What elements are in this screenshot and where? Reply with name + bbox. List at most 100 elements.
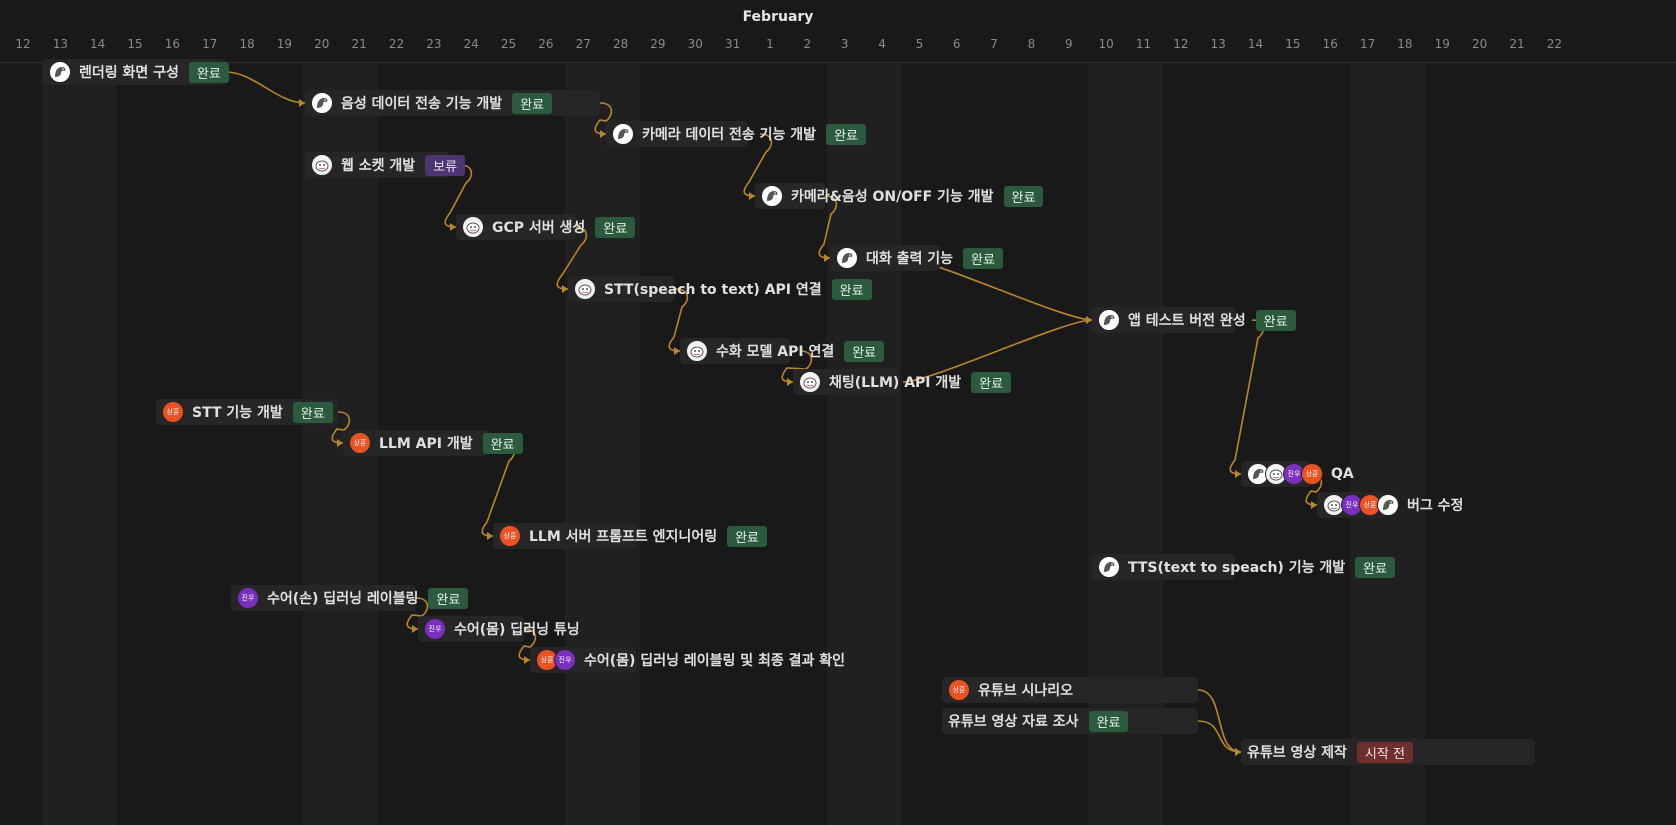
- day-label: 7: [990, 37, 998, 51]
- day-label: 24: [463, 37, 479, 51]
- day-label: 3: [840, 37, 849, 51]
- day-label: 20: [314, 37, 330, 51]
- weekend-shade: [827, 62, 902, 825]
- assignee-avatars: [799, 371, 821, 393]
- task-item[interactable]: 상훈 STT 기능 개발 완료: [156, 399, 338, 425]
- ghost-avatar-icon: [799, 371, 821, 393]
- status-badge: 완료: [1088, 710, 1129, 732]
- assignee-avatars: [686, 340, 708, 362]
- month-label: February: [742, 9, 814, 25]
- assignee-avatars: [1098, 556, 1120, 578]
- avatar: 진우: [424, 618, 446, 640]
- status-badge: 완료: [844, 340, 885, 362]
- day-label: 14: [1247, 37, 1264, 51]
- status-badge: 완료: [428, 587, 469, 609]
- task-item[interactable]: 진우 상훈 버그 수정: [1317, 492, 1463, 518]
- day-label: 13: [1210, 37, 1226, 51]
- day-label: 11: [1135, 37, 1152, 51]
- status-badge: 완료: [826, 123, 866, 145]
- task-name: GCP 서버 생성: [492, 220, 586, 236]
- task-item[interactable]: 유튜브 영상 제작 시작 전: [1241, 739, 1535, 765]
- status-badge: 완료: [482, 432, 523, 454]
- day-label: 30: [687, 37, 703, 51]
- task-name: 유튜브 영상 제작: [1247, 745, 1347, 761]
- task-name: 대화 출력 기능: [866, 251, 954, 267]
- weekend-shade: [42, 62, 117, 825]
- bird-avatar-icon: [836, 247, 858, 269]
- assignee-avatars: [836, 247, 858, 269]
- task-item[interactable]: 상훈 진우 수어(몸) 딥러닝 레이블링 및 최종 결과 확인: [530, 647, 845, 673]
- ghost-avatar-icon: [686, 340, 708, 362]
- avatar: 진우: [237, 587, 259, 609]
- status-badge: 완료: [1003, 185, 1044, 207]
- day-label: 31: [725, 37, 741, 51]
- task-item[interactable]: 수화 모델 API 연결 완료: [680, 338, 885, 364]
- assignee-avatars: [574, 278, 596, 300]
- task-item[interactable]: 웹 소켓 개발 보류: [305, 152, 466, 178]
- task-name: 버그 수정: [1407, 498, 1464, 514]
- task-name: 음성 데이터 전송 기능 개발: [341, 96, 503, 112]
- task-item[interactable]: 대화 출력 기능 완료: [830, 245, 1003, 271]
- assignee-avatars: [49, 61, 71, 83]
- dependency-link: [1229, 319, 1265, 475]
- day-label: 19: [276, 37, 293, 51]
- day-label: 12: [1173, 37, 1189, 51]
- task-item[interactable]: GCP 서버 생성 완료: [456, 214, 636, 240]
- assignee-avatars: 상훈: [349, 432, 371, 454]
- task-item[interactable]: STT(speach to text) API 연결 완료: [568, 276, 872, 302]
- status-badge: 완료: [1255, 309, 1296, 331]
- assignee-avatars: 진우: [237, 587, 259, 609]
- task-item[interactable]: 채팅(LLM) API 개발 완료: [793, 369, 1012, 395]
- task-name: 채팅(LLM) API 개발: [829, 375, 962, 391]
- status-badge: 완료: [971, 371, 1012, 393]
- assignee-avatars: [311, 154, 333, 176]
- task-item[interactable]: 상훈 유튜브 시나리오: [942, 677, 1198, 703]
- assignee-avatars: 진우 상훈: [1247, 463, 1323, 485]
- task-item[interactable]: 렌더링 화면 구성 완료: [43, 59, 229, 85]
- task-name: STT 기능 개발: [192, 405, 283, 421]
- task-item[interactable]: 카메라&음성 ON/OFF 기능 개발 완료: [755, 183, 1044, 209]
- task-item[interactable]: 상훈 LLM 서버 프롬프트 엔지니어링 완료: [493, 523, 767, 549]
- day-label: 22: [388, 37, 405, 51]
- day-label: 6: [952, 37, 961, 51]
- bird-avatar-icon: [49, 61, 71, 83]
- task-item[interactable]: 유튜브 영상 자료 조사 완료: [942, 708, 1198, 734]
- status-badge: 완료: [727, 525, 767, 547]
- task-item[interactable]: 앱 테스트 버전 완성 완료: [1092, 307, 1296, 333]
- status-badge: 완료: [963, 247, 1003, 269]
- task-item[interactable]: 상훈 LLM API 개발 완료: [343, 430, 523, 456]
- assignee-avatars: [1098, 309, 1120, 331]
- avatar: 상훈: [162, 401, 184, 423]
- assignee-avatars: 상훈 진우: [536, 649, 576, 671]
- task-item[interactable]: 진우 수어(몸) 딥러닝 튜닝: [418, 616, 580, 642]
- task-name: 앱 테스트 버전 완성: [1128, 313, 1246, 329]
- day-label: 28: [612, 37, 629, 51]
- task-item[interactable]: 카메라 데이터 전송 기능 개발 완료: [606, 121, 866, 147]
- avatar: 상훈: [499, 525, 521, 547]
- task-item[interactable]: 음성 데이터 전송 기능 개발 완료: [305, 90, 600, 116]
- assignee-avatars: 진우: [424, 618, 446, 640]
- bird-avatar-icon: [1098, 556, 1120, 578]
- assignee-avatars: [311, 92, 333, 114]
- bird-avatar-icon: [761, 185, 783, 207]
- task-item[interactable]: 진우 상훈 QA: [1241, 461, 1354, 487]
- avatar: 상훈: [1301, 463, 1323, 485]
- day-label: 1: [766, 37, 774, 51]
- assignee-avatars: [462, 216, 484, 238]
- task-item[interactable]: TTS(text to speach) 기능 개발 완료: [1092, 554, 1396, 580]
- day-label: 8: [1027, 37, 1036, 51]
- day-label: 22: [1546, 37, 1562, 51]
- day-label: 29: [650, 37, 666, 51]
- dependency-link: [225, 71, 306, 104]
- assignee-avatars: [612, 123, 634, 145]
- day-label: 17: [1359, 37, 1376, 51]
- day-label: 19: [1434, 37, 1450, 51]
- status-badge: 완료: [188, 61, 229, 83]
- bird-avatar-icon: [311, 92, 333, 114]
- status-badge: 완료: [831, 278, 872, 300]
- day-label: 20: [1472, 37, 1488, 51]
- task-name: 카메라 데이터 전송 기능 개발: [642, 127, 817, 143]
- assignee-avatars: 상훈: [499, 525, 521, 547]
- day-label: 27: [575, 37, 591, 51]
- task-item[interactable]: 진우 수어(손) 딥러닝 레이블링 완료: [231, 585, 469, 611]
